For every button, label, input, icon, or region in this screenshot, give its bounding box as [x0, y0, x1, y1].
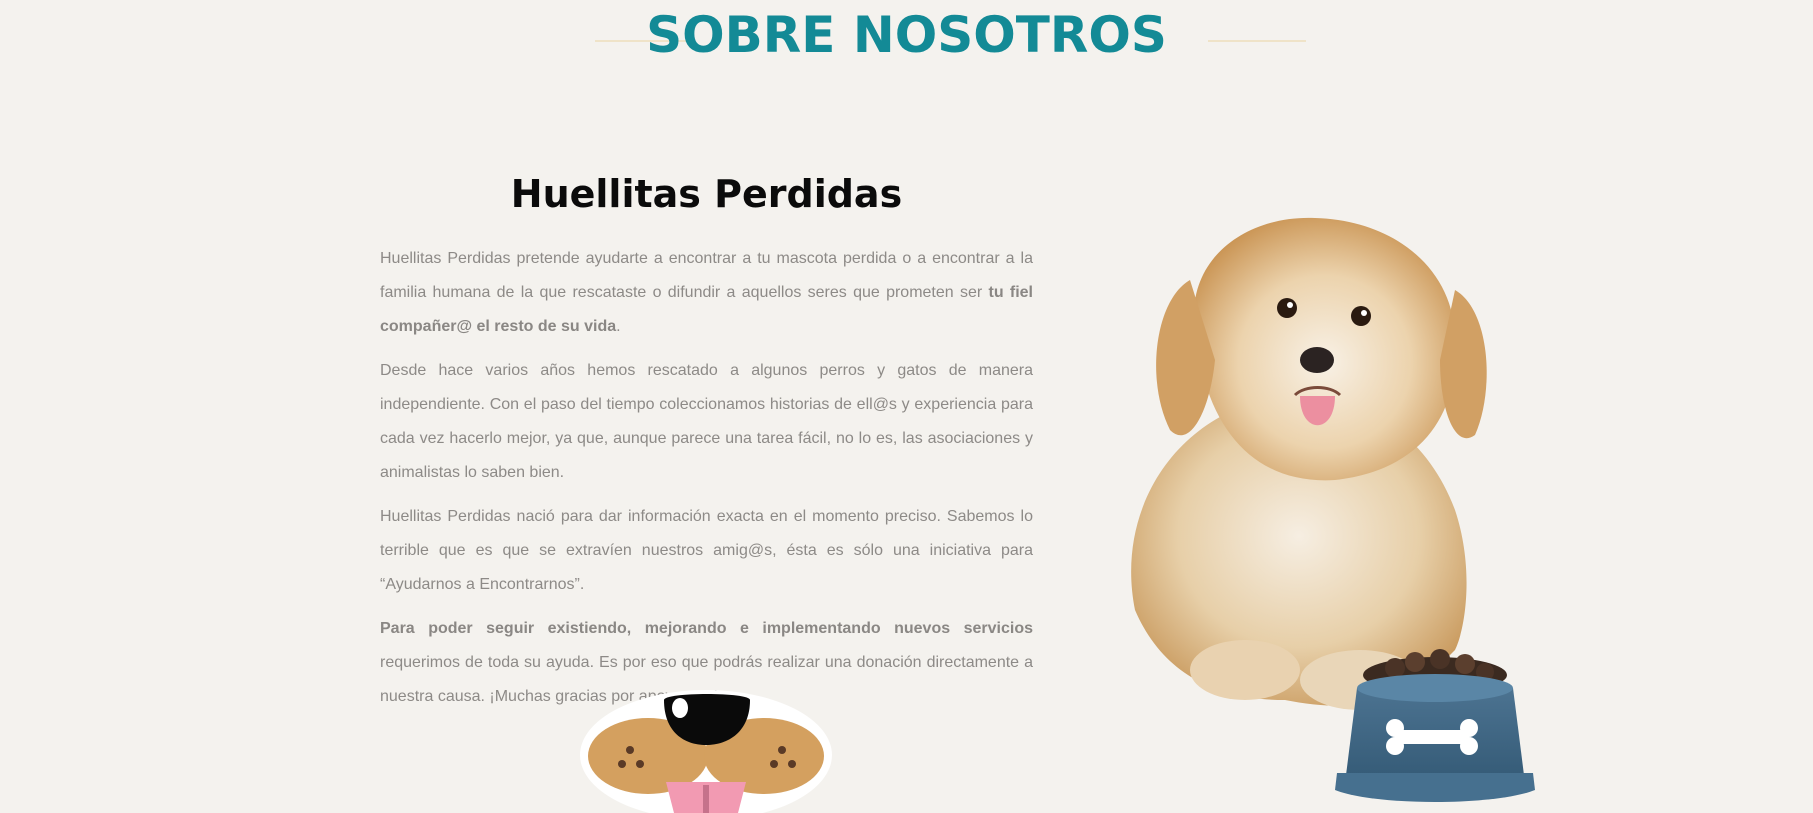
dog-food-bowl-icon	[1335, 649, 1535, 802]
about-paragraph-3: Huellitas Perdidas nació para dar inform…	[380, 508, 1033, 593]
section-header: SOBRE NOSOTROS	[0, 0, 1813, 80]
about-content: Huellitas Perdidas Huellitas Perdidas pr…	[380, 160, 1033, 724]
section-title: SOBRE NOSOTROS	[646, 6, 1167, 64]
about-paragraph-4-bold: Para poder seguir existiendo, mejorando …	[380, 620, 1033, 637]
about-heading: Huellitas Perdidas	[510, 172, 903, 216]
about-paragraph-2: Desde hace varios años hemos rescatado a…	[380, 362, 1033, 481]
about-page: SOBRE NOSOTROS Huellitas Perdidas Huelli…	[0, 0, 1813, 813]
about-paragraph-1: Huellitas Perdidas pretende ayudarte a e…	[380, 242, 1033, 344]
title-divider-right	[1208, 40, 1306, 42]
about-paragraph-1-text: Huellitas Perdidas pretende ayudarte a e…	[380, 250, 1033, 301]
about-paragraph-1-end: .	[616, 318, 621, 335]
puppy-illustration	[1131, 217, 1535, 802]
puppy-nose	[1300, 347, 1334, 373]
dog-snout-icon	[580, 690, 832, 813]
puppy-eye-right	[1351, 306, 1371, 326]
puppy-leg-left	[1190, 640, 1300, 700]
puppy-eye-left	[1277, 298, 1297, 318]
